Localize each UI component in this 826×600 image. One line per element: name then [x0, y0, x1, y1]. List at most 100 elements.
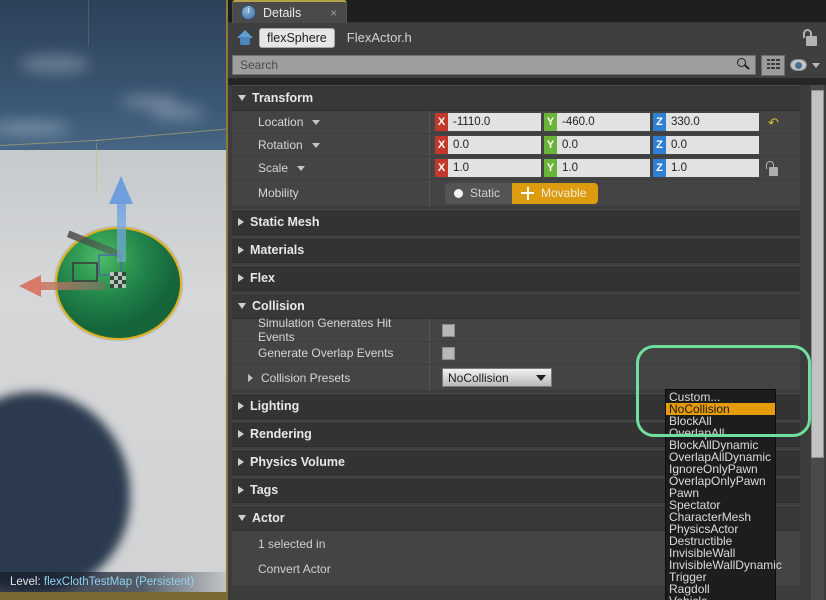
collision-presets-option-list[interactable]: Custom... NoCollision BlockAll OverlapAll Bl… [665, 389, 782, 600]
rotation-z-input[interactable]: 0.0 [666, 136, 759, 154]
category-label: Physics Volume [250, 455, 345, 469]
scrollbar-thumb[interactable] [811, 90, 824, 458]
search-icon[interactable] [737, 58, 750, 71]
location-x-input[interactable]: -1110.0 [448, 113, 541, 131]
label-generate-overlap-events: Generate Overlap Events [232, 342, 430, 364]
gizmo-arrow-z[interactable] [109, 176, 133, 204]
checkbox-simulation-hit-events[interactable] [442, 323, 455, 337]
chevron-right-icon [238, 274, 244, 282]
home-icon[interactable] [237, 30, 253, 45]
row-mobility: Mobility Static Movable [232, 180, 800, 206]
category-header-static-mesh[interactable]: Static Mesh [232, 209, 800, 235]
visibility-eye-icon[interactable] [790, 59, 807, 71]
breadcrumb-class-label: FlexActor.h [346, 30, 412, 45]
mobility-movable-button[interactable]: Movable [512, 182, 599, 204]
grid-line [95, 128, 228, 141]
unlock-icon[interactable] [802, 29, 818, 46]
gizmo-arrow-x[interactable] [19, 275, 41, 297]
label-rotation: Rotation [232, 134, 430, 156]
chevron-right-icon [238, 458, 244, 466]
axis-label-z: Z [653, 113, 666, 131]
overlap-events-value [430, 346, 800, 360]
breadcrumb-actor-button[interactable]: flexSphere [259, 27, 335, 48]
rotation-y-field[interactable]: Y 0.0 [544, 136, 650, 154]
grid-line [0, 139, 100, 146]
collision-presets-dropdown[interactable]: NoCollision [442, 368, 552, 387]
axis-label-x: X [435, 159, 448, 177]
chevron-down-icon[interactable] [812, 62, 820, 68]
category-header-materials[interactable]: Materials [232, 237, 800, 263]
axis-label-z: Z [653, 159, 666, 177]
search-input[interactable] [232, 55, 756, 75]
axis-label-y: Y [544, 136, 557, 154]
location-y-field[interactable]: Y -460.0 [544, 113, 650, 131]
category-label: Static Mesh [250, 215, 320, 229]
dropdown-option[interactable]: Vehicle [666, 595, 775, 600]
gizmo-plane-xy[interactable] [72, 262, 98, 282]
rotation-x-input[interactable]: 0.0 [448, 136, 541, 154]
axis-label-x: X [435, 136, 448, 154]
row-generate-overlap-events: Generate Overlap Events [232, 342, 800, 365]
viewport-3d[interactable]: Level: flexClothTestMap (Persistent) [0, 0, 228, 600]
category-header-flex[interactable]: Flex [232, 265, 800, 291]
collision-body: Simulation Generates Hit Events Generate… [232, 316, 800, 390]
rotation-y-input[interactable]: 0.0 [557, 136, 650, 154]
scale-x-field[interactable]: X 1.0 [435, 159, 541, 177]
category-header-transform[interactable]: Transform [232, 85, 800, 111]
collision-presets-selected: NoCollision [448, 370, 509, 385]
scale-z-field[interactable]: Z 1.0 [653, 159, 759, 177]
chevron-down-icon[interactable] [311, 142, 320, 148]
category-label: Actor [252, 511, 285, 525]
viewport-bottom-border [0, 592, 228, 600]
close-icon[interactable]: × [330, 7, 337, 19]
row-scale: Scale X 1.0 Y 1.0 Z 1.0 [232, 157, 800, 180]
axis-label-y: Y [544, 113, 557, 131]
transform-body: Location X -1110.0 Y -460.0 Z 330.0 ↶ Ro… [232, 111, 800, 206]
mobility-static-button[interactable]: Static [445, 182, 513, 204]
scale-fields: X 1.0 Y 1.0 Z 1.0 [430, 159, 800, 177]
row-location: Location X -1110.0 Y -460.0 Z 330.0 ↶ [232, 111, 800, 134]
info-icon [241, 5, 256, 20]
rotation-z-field[interactable]: Z 0.0 [653, 136, 759, 154]
scale-lock-icon[interactable] [766, 160, 779, 176]
scale-x-input[interactable]: 1.0 [448, 159, 541, 177]
collision-presets-value: NoCollision [430, 368, 800, 387]
move-cross-icon [521, 186, 535, 200]
label-location: Location [232, 111, 430, 133]
gizmo-center-handle[interactable] [110, 272, 126, 288]
scale-y-input[interactable]: 1.0 [557, 159, 650, 177]
label-mobility: Mobility [232, 180, 430, 206]
search-toolbar [228, 52, 826, 78]
scale-z-input[interactable]: 1.0 [666, 159, 759, 177]
cloud [20, 55, 90, 73]
cloud [0, 120, 70, 136]
checkbox-generate-overlap-events[interactable] [442, 346, 455, 360]
label-location-text: Location [258, 115, 304, 129]
location-z-input[interactable]: 330.0 [666, 113, 759, 131]
chevron-down-icon[interactable] [297, 165, 306, 171]
mobility-movable-label: Movable [541, 186, 587, 200]
label-simulation-hit-events: Simulation Generates Hit Events [232, 316, 430, 344]
tab-strip: Details × [228, 0, 826, 23]
tab-details-label: Details [263, 5, 302, 20]
location-x-field[interactable]: X -1110.0 [435, 113, 541, 131]
category-label: Transform [252, 91, 314, 105]
location-y-input[interactable]: -460.0 [557, 113, 650, 131]
chevron-down-icon [238, 303, 246, 309]
hit-events-value [430, 323, 800, 337]
rotation-x-field[interactable]: X 0.0 [435, 136, 541, 154]
grid-view-icon[interactable] [761, 54, 785, 76]
grid-line [88, 0, 89, 46]
row-simulation-hit-events: Simulation Generates Hit Events [232, 316, 800, 344]
level-status-prefix: Level: [10, 576, 41, 588]
category-label: Flex [250, 271, 276, 285]
location-z-field[interactable]: Z 330.0 [653, 113, 759, 131]
level-status-bar: Level: flexClothTestMap (Persistent) [0, 572, 228, 592]
chevron-right-icon[interactable] [248, 373, 253, 382]
tab-details[interactable]: Details × [232, 0, 348, 23]
row-rotation: Rotation X 0.0 Y 0.0 Z 0.0 [232, 134, 800, 157]
scale-y-field[interactable]: Y 1.0 [544, 159, 650, 177]
chevron-down-icon[interactable] [312, 119, 321, 125]
gizmo-axis-x[interactable] [30, 282, 106, 290]
reset-arrow-icon[interactable]: ↶ [768, 116, 779, 129]
